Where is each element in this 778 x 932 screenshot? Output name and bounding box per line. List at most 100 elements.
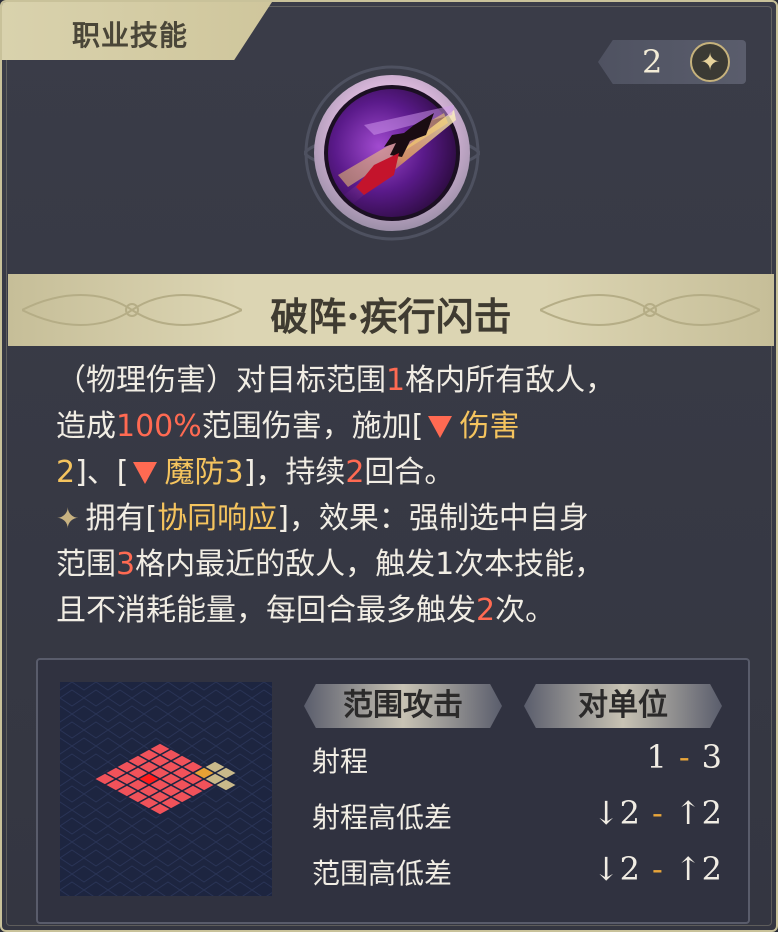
description-line: 范围3格内最近的敌人，触发1次本技能， bbox=[56, 547, 605, 582]
grid-bg-tile bbox=[119, 737, 145, 755]
grid-bg-tile bbox=[215, 865, 241, 883]
grid-bg-tile bbox=[191, 737, 217, 755]
grid-bg-tile bbox=[131, 881, 157, 896]
grid-bg-tile bbox=[60, 689, 85, 707]
grid-bg-tile bbox=[60, 833, 73, 851]
grid-bg-tile bbox=[179, 881, 205, 896]
grid-bg-tile bbox=[191, 705, 217, 723]
grid-bg-tile bbox=[179, 849, 205, 867]
grid-bg-tile bbox=[95, 865, 121, 883]
grid-bg-tile bbox=[131, 721, 157, 739]
grid-bg-tile bbox=[179, 689, 205, 707]
grid-bg-tile bbox=[239, 865, 265, 883]
grid-bg-tile bbox=[60, 721, 85, 739]
grid-bg-tile bbox=[131, 849, 157, 867]
grid-bg-tile bbox=[179, 817, 205, 835]
grid-bg-tile bbox=[227, 817, 253, 835]
grid-bg-tile bbox=[167, 833, 193, 851]
skill-emblem[interactable] bbox=[304, 65, 480, 241]
grid-bg-tile bbox=[251, 721, 272, 739]
grid-bg-tile bbox=[60, 849, 85, 867]
grid-bg-tile bbox=[191, 801, 217, 819]
grid-bg-tile bbox=[60, 865, 73, 883]
grid-bg-tile bbox=[239, 737, 265, 755]
grid-bg-tile bbox=[167, 865, 193, 883]
grid-bg-tile bbox=[251, 689, 272, 707]
grid-bg-tile bbox=[71, 769, 97, 787]
grid-bg-tile bbox=[203, 817, 229, 835]
grid-bg-tile bbox=[227, 753, 253, 771]
grid-bg-tile bbox=[60, 817, 85, 835]
grid-bg-tile bbox=[167, 705, 193, 723]
grid-bg-tile bbox=[179, 721, 205, 739]
grid-bg-tile bbox=[71, 833, 97, 851]
grid-bg-tile bbox=[203, 689, 229, 707]
grid-bg-tile bbox=[60, 769, 73, 787]
grid-bg-tile bbox=[107, 849, 133, 867]
trait-link[interactable]: 协同响应 bbox=[157, 501, 277, 536]
grid-bg-tile bbox=[239, 769, 265, 787]
grid-bg-tile bbox=[71, 737, 97, 755]
grid-bg-tile bbox=[131, 689, 157, 707]
grid-bg-tile bbox=[239, 833, 265, 851]
grid-bg-tile bbox=[60, 737, 73, 755]
skill-name-bar: 破阵·疾行闪击 bbox=[8, 274, 774, 346]
grid-bg-tile bbox=[83, 753, 109, 771]
grid-bg-tile bbox=[155, 849, 181, 867]
grid-bg-tile bbox=[83, 689, 109, 707]
grid-bg-tile bbox=[251, 817, 272, 835]
grid-bg-tile bbox=[83, 817, 109, 835]
grid-bg-tile bbox=[60, 705, 73, 723]
grid-bg-tile bbox=[227, 689, 253, 707]
grid-bg-tile bbox=[107, 881, 133, 896]
grid-bg-tile bbox=[263, 868, 272, 880]
grid-bg-tile bbox=[60, 753, 85, 771]
grid-bg-tile bbox=[215, 737, 241, 755]
grid-bg-tile bbox=[95, 801, 121, 819]
debuff-mdef-link[interactable]: 魔防3 bbox=[165, 455, 244, 490]
grid-bg-tile bbox=[119, 705, 145, 723]
skill-description: （物理伤害）对目标范围1格内所有敌人， 造成100%范围伤害，施加[伤害 2]、… bbox=[56, 358, 736, 634]
grid-bg-tile bbox=[155, 721, 181, 739]
grid-bg-tile bbox=[215, 833, 241, 851]
grid-bg-tile bbox=[203, 881, 229, 896]
grid-bg-tile bbox=[215, 801, 241, 819]
grid-bg-tile bbox=[155, 689, 181, 707]
grid-bg-tile bbox=[215, 682, 241, 691]
grid-bg-tile bbox=[71, 801, 97, 819]
grid-bg-tile bbox=[83, 849, 109, 867]
grid-bg-tile bbox=[60, 881, 85, 896]
grid-bg-tile bbox=[143, 833, 169, 851]
grid-bg-tile bbox=[83, 881, 109, 896]
star-sparkle-icon: ✦ bbox=[690, 42, 730, 82]
skill-card: 职业技能 2 ✦ 破阵·疾行闪击 （物理伤害）对目标范围1格内所有敌人， 造成1… bbox=[0, 0, 778, 932]
grid-bg-tile bbox=[60, 785, 85, 803]
grid-bg-tile bbox=[83, 721, 109, 739]
debuff-down-triangle-icon bbox=[132, 462, 157, 484]
grid-bg-tile bbox=[107, 721, 133, 739]
grid-bg-tile bbox=[143, 865, 169, 883]
grid-bg-tile bbox=[203, 721, 229, 739]
grid-bg-tile bbox=[227, 881, 253, 896]
attack-info-panel: 范围攻击 对单位 射程 1-3 射程高低差 ↓2- ↑2 范围高低差 ↓2- ↑2 bbox=[36, 658, 750, 924]
grid-bg-tile bbox=[191, 682, 217, 691]
grid-bg-tile bbox=[119, 865, 145, 883]
description-line: 且不消耗能量，每回合最多触发2次。 bbox=[56, 593, 556, 628]
grid-bg-tile bbox=[263, 772, 272, 784]
grid-bg-tile bbox=[107, 689, 133, 707]
skill-name: 破阵·疾行闪击 bbox=[270, 294, 512, 339]
grid-bg-tile bbox=[107, 817, 133, 835]
grid-bg-tile bbox=[71, 865, 97, 883]
grid-bg-tile bbox=[251, 753, 272, 771]
grid-bg-tile bbox=[155, 817, 181, 835]
debuff-damage-link[interactable]: 伤害 bbox=[460, 409, 520, 444]
grid-bg-tile bbox=[60, 801, 73, 819]
description-line: ✦ 拥有[协同响应]，效果：强制选中自身 bbox=[56, 501, 589, 536]
grid-bg-tile bbox=[191, 833, 217, 851]
tag-single-target: 对单位 bbox=[524, 684, 722, 728]
tag-area-attack: 范围攻击 bbox=[304, 684, 502, 728]
debuff-down-triangle-icon bbox=[427, 416, 452, 438]
grid-bg-tile bbox=[251, 881, 272, 896]
grid-bg-tile bbox=[227, 849, 253, 867]
grid-bg-tile bbox=[167, 682, 193, 691]
